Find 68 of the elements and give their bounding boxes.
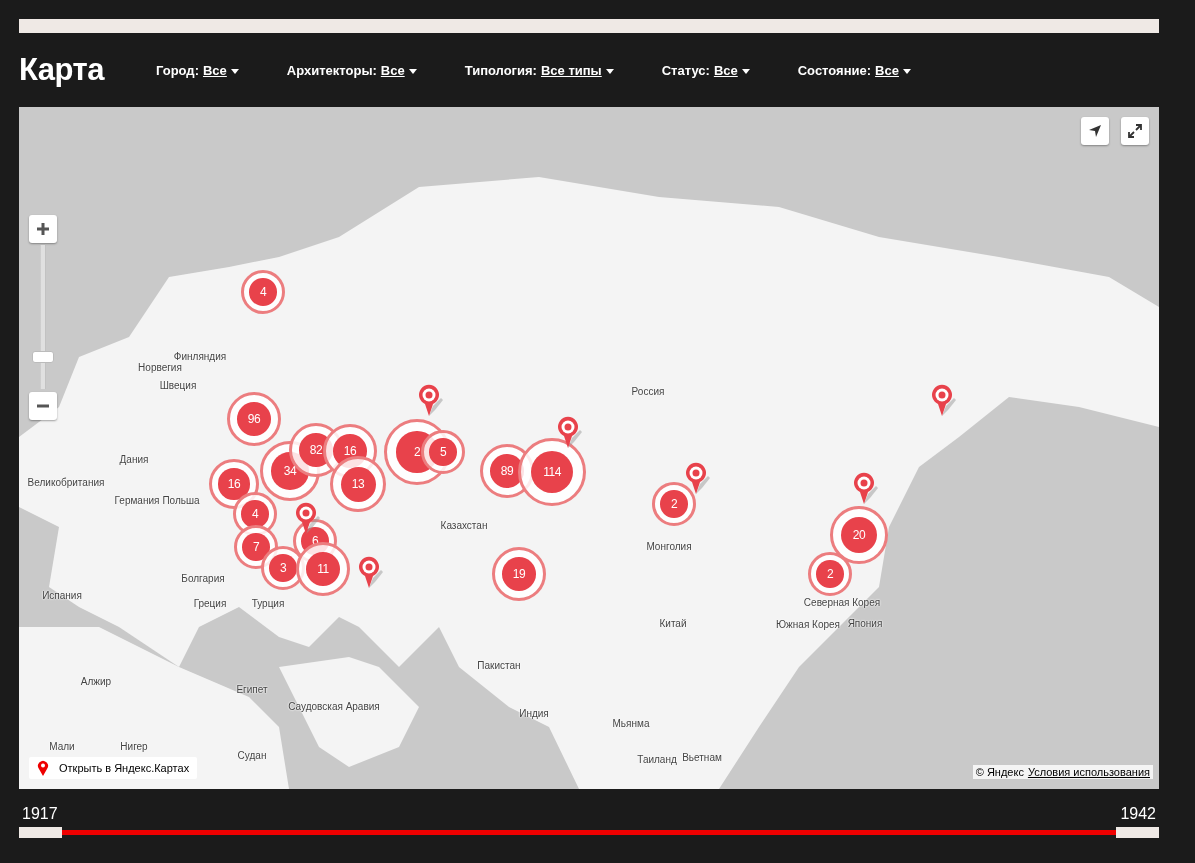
terms-link[interactable]: Условия использования (1027, 766, 1150, 778)
country-label: Индия (519, 707, 549, 719)
filter-label: Типология: (464, 62, 537, 78)
map-pin-icon[interactable] (294, 502, 320, 536)
filter-label: Статус: (661, 62, 710, 78)
filter-label: Архитекторы: (286, 62, 377, 78)
filter-label: Город: (156, 62, 199, 78)
country-label: Мьянма (612, 717, 650, 729)
caret-icon (408, 68, 417, 74)
caret-icon (605, 68, 614, 74)
map-pin-icon[interactable] (357, 556, 383, 590)
country-label: Испания (42, 589, 82, 601)
country-label: Египет (236, 683, 268, 695)
country-label: Финляндия (173, 350, 227, 362)
country-label: Таиланд (637, 753, 677, 765)
country-label: Пакистан (477, 659, 521, 671)
filter-dropdown[interactable]: Все (380, 62, 417, 78)
map-pin-icon[interactable] (417, 384, 443, 418)
country-label: Южная Корея (776, 618, 840, 630)
filter-label: Состояние: (797, 62, 872, 78)
location-arrow-icon (1088, 124, 1102, 138)
filter-dropdown[interactable]: Все (202, 62, 239, 78)
country-label: Монголия (646, 540, 692, 552)
caret-icon (741, 68, 750, 74)
map-pin-icon[interactable] (852, 472, 878, 506)
zoom-slider-handle[interactable] (32, 351, 54, 364)
country-label: Швеция (159, 379, 197, 391)
page-title: Карта (19, 52, 104, 88)
geolocation-button[interactable] (1081, 117, 1109, 145)
country-label: Судан (237, 749, 267, 761)
map-pin-icon[interactable] (556, 416, 582, 450)
country-label: Нигер (120, 740, 148, 752)
country-label: Греция (193, 597, 227, 609)
filter-dropdown[interactable]: Все (875, 62, 911, 78)
country-label: Северная Корея (803, 596, 881, 608)
country-label: Болгария (181, 572, 225, 584)
zoom-out-button[interactable] (29, 392, 57, 420)
country-label: Казахстан (440, 519, 488, 531)
map-pin-icon (37, 760, 49, 776)
country-label: Норвегия (138, 361, 182, 373)
country-label: Алжир (80, 675, 112, 687)
end-handle[interactable] (1116, 827, 1159, 838)
country-label: Турция (251, 597, 285, 609)
country-label: Великобритания (27, 476, 105, 488)
zoom-in-button[interactable] (29, 215, 57, 243)
map-pin-icon[interactable] (684, 462, 710, 496)
start-handle[interactable] (19, 827, 62, 838)
map-pin-icon[interactable] (930, 384, 956, 418)
copyright-text: © Яндекс (975, 766, 1024, 778)
country-label: Китай (659, 617, 687, 629)
country-label: Вьетнам (682, 751, 722, 763)
fullscreen-button[interactable] (1121, 117, 1149, 145)
country-label: Япония (847, 617, 883, 629)
country-label: Германия (114, 494, 160, 506)
country-label: Польша (162, 494, 200, 506)
country-label: Саудовская Аравия (288, 700, 380, 712)
plus-icon (36, 222, 50, 236)
start-year: 1917 (22, 805, 58, 823)
end-year: 1942 (1120, 805, 1156, 823)
country-label: Россия (631, 385, 665, 397)
country-label: Мали (49, 740, 75, 752)
open-in-maps-link[interactable]: Открыть в Яндекс.Картах (29, 757, 198, 779)
expand-icon (1128, 124, 1142, 138)
country-label: Дания (119, 453, 149, 465)
filter-dropdown[interactable]: Все (713, 62, 750, 78)
caret-icon (230, 68, 239, 74)
caret-icon (902, 68, 911, 74)
filter-dropdown[interactable]: Все типы (540, 62, 614, 78)
